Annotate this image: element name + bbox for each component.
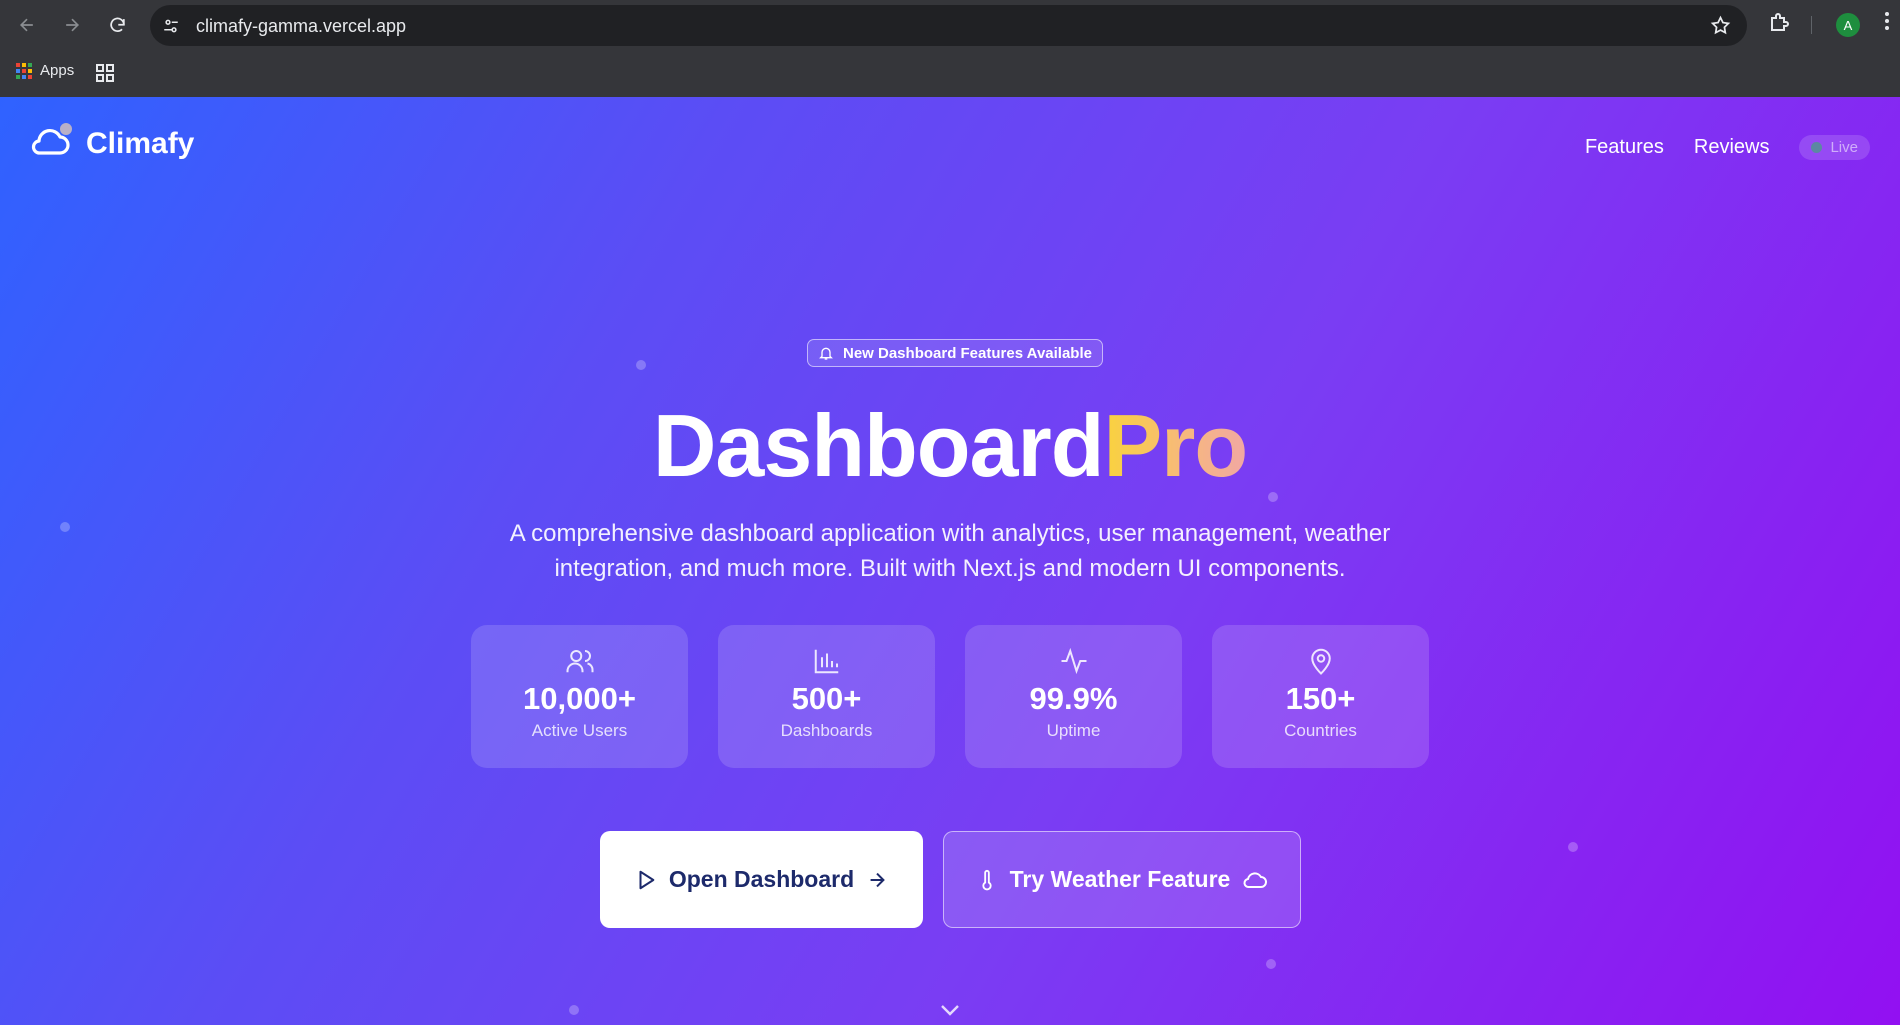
nav-reviews[interactable]: Reviews	[1694, 136, 1770, 159]
back-button[interactable]	[12, 10, 42, 40]
stat-value: 99.9%	[1029, 681, 1118, 716]
announcement-badge: New Dashboard Features Available	[807, 339, 1103, 367]
decor-dot	[1568, 842, 1578, 852]
decor-dot	[636, 360, 646, 370]
address-bar[interactable]: climafy-gamma.vercel.app	[150, 5, 1747, 46]
browser-chrome: climafy-gamma.vercel.app A Apps	[0, 0, 1900, 97]
bell-icon	[819, 347, 833, 360]
stats-row: 10,000+ Active Users 500+ Dashboards 99.…	[471, 625, 1429, 768]
reload-icon	[109, 17, 125, 32]
open-dashboard-button[interactable]: Open Dashboard	[600, 831, 923, 928]
stat-card: 10,000+ Active Users	[471, 625, 688, 768]
live-dot-icon	[1811, 142, 1823, 153]
browser-menu-button[interactable]	[1884, 10, 1890, 37]
stat-card: 500+ Dashboards	[718, 625, 935, 768]
brand-name: Climafy	[86, 127, 195, 160]
live-status-badge: Live	[1799, 135, 1870, 160]
brand-logo[interactable]: Climafy	[30, 117, 194, 161]
stat-label: Active Users	[531, 721, 628, 740]
landing-page: Climafy Features Reviews Live New Dashbo…	[0, 97, 1900, 1025]
stat-label: Countries	[1284, 721, 1357, 740]
bookmarks-bar: Apps	[0, 50, 1900, 97]
toolbar-separator	[1811, 16, 1812, 34]
decor-dot	[1266, 959, 1276, 969]
hero-title: DashboardPro	[0, 393, 1900, 499]
cloud-logo-icon	[30, 119, 74, 159]
arrow-right-icon	[66, 18, 80, 32]
kebab-menu-icon	[1885, 12, 1889, 30]
extensions-button[interactable]	[1768, 10, 1792, 39]
site-settings-icon[interactable]	[162, 17, 180, 35]
try-weather-button[interactable]: Try Weather Feature	[943, 831, 1301, 928]
reload-button[interactable]	[102, 10, 132, 40]
activity-icon	[1061, 647, 1086, 675]
live-label: Live	[1830, 139, 1858, 156]
bookmark-apps-label: Apps	[40, 62, 75, 79]
badge-text: New Dashboard Features Available	[843, 344, 1092, 362]
hero-title-main: Dashboard	[652, 396, 1105, 495]
stat-label: Dashboards	[780, 721, 873, 740]
open-dashboard-label: Open Dashboard	[668, 866, 855, 892]
decor-dot	[569, 1005, 579, 1015]
stat-value: 10,000+	[523, 681, 636, 716]
stat-label: Uptime	[1046, 721, 1101, 740]
bookmark-apps[interactable]: Apps	[16, 62, 74, 79]
try-weather-label: Try Weather Feature	[1009, 866, 1231, 892]
apps-grid-icon	[16, 62, 32, 79]
thermometer-icon	[982, 869, 992, 890]
stat-value: 500+	[791, 681, 862, 716]
scroll-down-chevron-icon[interactable]	[938, 1002, 962, 1018]
nav-features[interactable]: Features	[1585, 136, 1664, 159]
top-nav: Features Reviews Live	[1585, 135, 1870, 160]
arrow-left-icon	[19, 18, 33, 32]
arrow-right-icon	[870, 872, 885, 887]
browser-toolbar: climafy-gamma.vercel.app A	[0, 0, 1900, 50]
puzzle-icon	[1771, 13, 1789, 31]
hero-subtitle: A comprehensive dashboard application wi…	[509, 520, 1391, 582]
users-icon	[566, 650, 593, 673]
profile-avatar[interactable]: A	[1836, 13, 1860, 37]
stat-card: 99.9% Uptime	[965, 625, 1182, 768]
cloud-icon	[1243, 871, 1268, 888]
url-text: climafy-gamma.vercel.app	[196, 16, 407, 36]
bookmark-star-icon[interactable]	[1710, 15, 1731, 36]
grid-icon	[96, 64, 114, 82]
bar-chart-icon	[814, 649, 838, 674]
stat-value: 150+	[1285, 681, 1356, 716]
decor-dot	[60, 522, 70, 532]
play-icon	[639, 870, 655, 889]
hero-title-accent: Pro	[1103, 396, 1248, 495]
stat-card: 150+ Countries	[1212, 625, 1429, 768]
forward-button[interactable]	[57, 10, 87, 40]
tab-groups-button[interactable]	[96, 64, 114, 87]
map-pin-icon	[1310, 648, 1331, 675]
